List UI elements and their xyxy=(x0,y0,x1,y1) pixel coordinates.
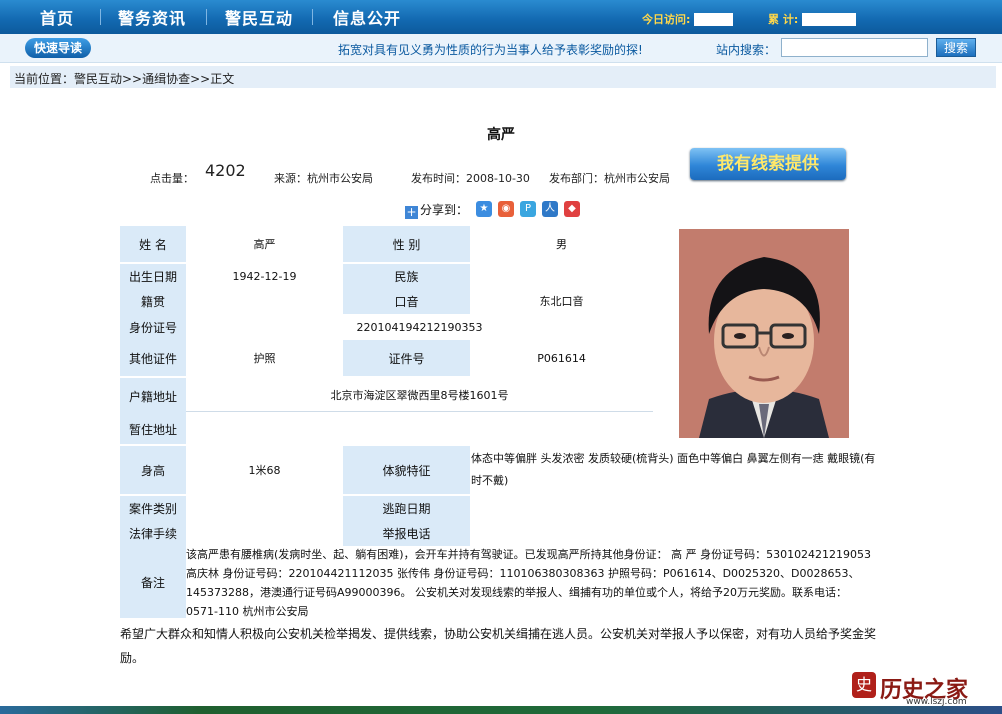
nav-separator xyxy=(312,9,313,25)
features-value: 体态中等偏胖 头发浓密 发质较硬(梳背头) 面色中等偏白 鼻翼左侧有一痣 戴眼镜… xyxy=(471,452,876,487)
total-visits-value: 9443461 xyxy=(802,13,856,26)
report-phone-value xyxy=(470,520,653,546)
name-value: 高严 xyxy=(186,226,343,262)
accent-label: 口音 xyxy=(343,288,470,314)
case-type-value xyxy=(186,496,343,520)
case-type-label: 案件类别 xyxy=(120,496,186,520)
flee-date-label: 逃跑日期 xyxy=(343,496,470,520)
total-visits-label: 累 计: xyxy=(768,13,799,26)
today-visits: 今日访问: 20166 xyxy=(642,11,733,27)
qzone-star-icon[interactable]: ★ xyxy=(476,201,492,217)
name-label: 姓 名 xyxy=(120,226,186,262)
nav-police-interaction[interactable]: 警民互动 xyxy=(225,5,293,29)
clicks-value: 4202 xyxy=(205,161,246,180)
watermark-url: www.lszj.com xyxy=(906,697,967,707)
report-phone-label: 举报电话 xyxy=(343,520,470,546)
ethnic-label: 民族 xyxy=(343,264,470,288)
birth-label: 出生日期 xyxy=(120,264,186,288)
today-visits-label: 今日访问: xyxy=(642,13,691,26)
temp-address-value xyxy=(186,414,653,444)
height-value: 1米68 xyxy=(186,446,343,494)
doc-no-label: 证件号 xyxy=(343,340,470,376)
gender-label: 性 别 xyxy=(343,226,470,262)
clicks-label: 点击量： xyxy=(150,172,194,185)
household-value: 北京市海淀区翠微西里8号楼1601号 xyxy=(186,378,653,412)
origin-value xyxy=(186,288,343,314)
share-label: 分享到： xyxy=(420,203,469,217)
search-button[interactable]: 搜索 xyxy=(936,38,976,57)
public-appeal-text: 希望广大群众和知情人积极向公安机关检举揭发、提供线索，协助公安机关缉捕在逃人员。… xyxy=(120,627,877,665)
source-text: 来源：杭州市公安局 xyxy=(274,172,373,185)
kaixin-icon[interactable]: ◆ xyxy=(564,201,580,217)
renren-icon[interactable]: 人 xyxy=(542,201,558,217)
breadcrumb: 当前位置：警民互动>>通缉协查>>正文 xyxy=(14,72,235,86)
ethnic-value xyxy=(470,264,653,288)
remark-label: 备注 xyxy=(120,546,186,618)
site-search-label: 站内搜索： xyxy=(716,43,777,57)
nav-police-news[interactable]: 警务资讯 xyxy=(118,5,186,29)
publish-department: 发布部门：杭州市公安局 xyxy=(549,172,670,185)
other-doc-label: 其他证件 xyxy=(120,340,186,376)
id-label: 身份证号 xyxy=(120,314,186,340)
legal-label: 法律手续 xyxy=(120,520,186,546)
height-label: 身高 xyxy=(120,446,186,494)
birth-value: 1942-12-19 xyxy=(186,264,343,288)
doc-no-value: P061614 xyxy=(470,340,653,376)
legal-value xyxy=(186,520,343,546)
quick-read-button[interactable]: 快速导读 xyxy=(25,38,91,58)
taskbar-strip xyxy=(0,706,1002,714)
nav-separator xyxy=(100,9,101,25)
plus-icon[interactable]: + xyxy=(405,206,418,219)
site-search-input[interactable] xyxy=(781,38,928,57)
suspect-photo xyxy=(679,229,849,438)
other-doc-value: 护照 xyxy=(186,340,343,376)
tencent-weibo-icon[interactable]: P xyxy=(520,201,536,217)
watermark-seal-icon: 史 xyxy=(852,672,876,698)
features-label: 体貌特征 xyxy=(343,446,470,494)
nav-info-disclosure[interactable]: 信息公开 xyxy=(333,5,401,29)
nav-separator xyxy=(206,9,207,25)
page-title: 高严 xyxy=(487,127,515,143)
nav-home[interactable]: 首页 xyxy=(40,5,74,29)
id-value: 220104194212190353 xyxy=(186,314,653,340)
share-bar: + 分享到： xyxy=(405,201,468,219)
weibo-icon[interactable]: ◉ xyxy=(498,201,514,217)
today-visits-value: 20166 xyxy=(694,13,733,26)
total-visits: 累 计: 9443461 xyxy=(768,11,856,27)
accent-value: 东北口音 xyxy=(470,288,653,314)
temp-address-label: 暂住地址 xyxy=(120,414,186,444)
remark-value: 该高严患有腰椎病(发病时坐、起、躺有困难)，会开车并持有驾驶证。已发现高严所持其… xyxy=(186,548,872,618)
portrait-illustration xyxy=(679,229,849,438)
publish-date: 发布时间：2008-10-30 xyxy=(411,172,530,185)
news-marquee[interactable]: 拓宽对具有见义勇为性质的行为当事人给予表彰奖励的探! xyxy=(338,41,643,58)
provide-clue-button[interactable]: 我有线索提供 xyxy=(690,148,846,180)
flee-date-value xyxy=(470,496,653,520)
household-label: 户籍地址 xyxy=(120,378,186,414)
origin-label: 籍贯 xyxy=(120,288,186,314)
gender-value: 男 xyxy=(470,226,653,262)
